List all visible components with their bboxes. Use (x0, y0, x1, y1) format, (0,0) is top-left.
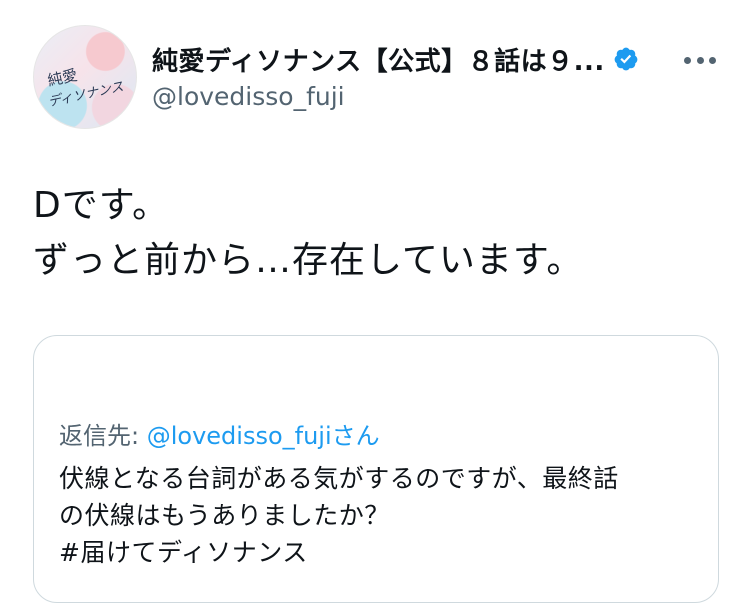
avatar[interactable]: 純愛 ディソナンス (33, 25, 137, 129)
tweet-detail: 純愛 ディソナンス 純愛ディソナンス【公式】８話は９... @lovedisso… (0, 0, 750, 613)
author-display-name[interactable]: 純愛ディソナンス【公式】８話は９... (152, 41, 605, 78)
dot (684, 56, 691, 64)
avatar-logo: 純愛 ディソナンス (46, 66, 125, 110)
reply-mention-link[interactable]: @lovedisso_fuji (147, 422, 332, 450)
tweet-text: Dです。 ずっと前から…存在しています。 (33, 178, 723, 288)
reply-label: 返信先: (59, 422, 147, 450)
svg-text:純愛: 純愛 (46, 66, 79, 90)
more-horizontal-icon[interactable] (680, 46, 720, 74)
quote-line: の伏線はもうありましたか？ (59, 501, 390, 530)
reply-to-line: 返信先: @lovedisso_fujiさん (59, 416, 380, 451)
hashtag-link[interactable]: #届けてディソナンス (59, 534, 699, 571)
verified-badge-icon (614, 47, 638, 71)
dot (709, 56, 716, 64)
tweet-line: Dです。 (33, 185, 170, 226)
quote-line: 伏線となる台詞がある気がするのですが、最終話 (59, 464, 619, 493)
author-handle[interactable]: @lovedisso_fuji (152, 82, 345, 111)
dot (696, 56, 704, 64)
reply-suffix: さん (331, 422, 380, 450)
quoted-tweet-card[interactable]: 返信先: @lovedisso_fujiさん 伏線となる台詞がある気がするのです… (33, 335, 719, 603)
quoted-tweet-text: 伏線となる台詞がある気がするのですが、最終話 の伏線はもうありましたか？ #届け… (59, 460, 699, 571)
tweet-line: ずっと前から…存在しています。 (33, 240, 584, 281)
author-name-row[interactable]: 純愛ディソナンス【公式】８話は９... (152, 41, 639, 78)
